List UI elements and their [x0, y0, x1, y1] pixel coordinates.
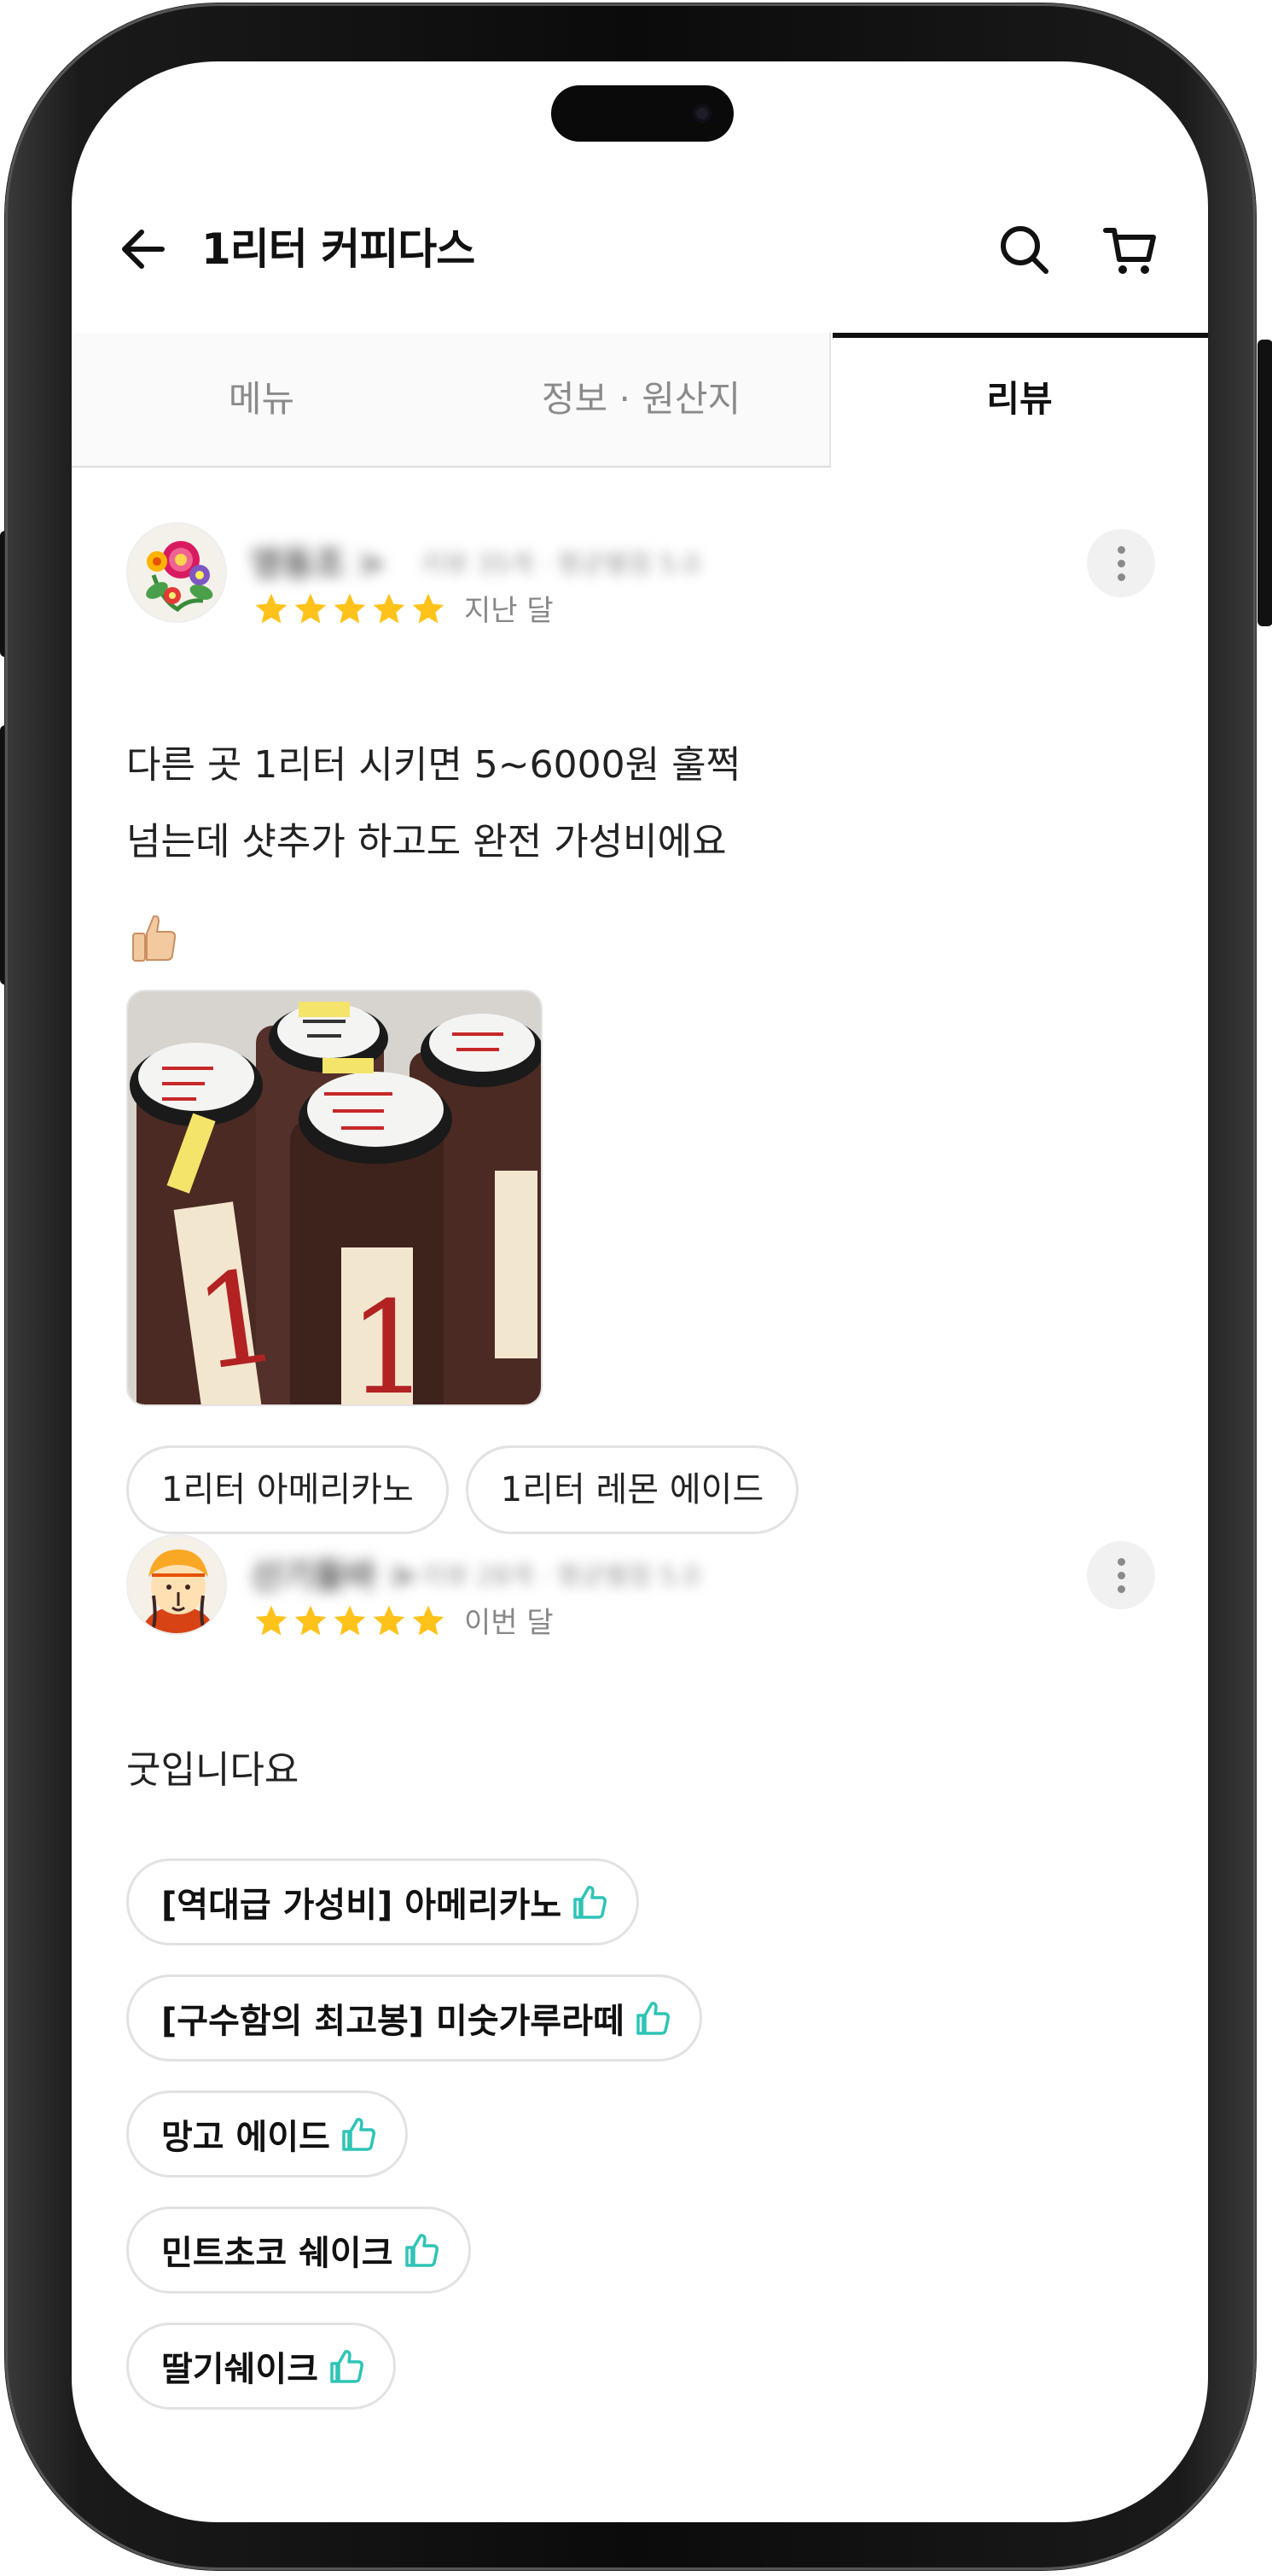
review-author[interactable]: 영동조 > 리뷰 35개 · 평균별점 5.0 [251, 531, 763, 584]
tab-reviews[interactable]: 리뷰 [831, 333, 1208, 469]
thumbs-up-icon [573, 1886, 607, 1919]
page-title: 1리터 커피다스 [201, 224, 475, 274]
thumbs-up-icon [404, 2234, 439, 2267]
avatar[interactable] [126, 522, 227, 623]
author-name-blurred: 영동조 > [251, 544, 386, 584]
app-header: 1리터 커피다스 [72, 206, 1208, 292]
character-avatar-icon [128, 1536, 225, 1633]
recommended-item-label: 딸기쉐이크 [161, 2350, 318, 2389]
star-icon [255, 1605, 288, 1636]
author-meta-blurred: 리뷰 28개 · 평균별점 5.0 [421, 1561, 700, 1591]
thumbs-up-icon [330, 2350, 363, 2383]
thumbs-up-emoji-icon [132, 915, 177, 962]
svg-text:1: 1 [348, 1275, 429, 1406]
author-name-blurred: 산기들바 > [251, 1556, 417, 1596]
star-icon [412, 593, 444, 624]
ordered-item-chip[interactable]: 1리터 아메리카노 [126, 1445, 449, 1534]
star-icon [373, 593, 405, 624]
star-icon [412, 1605, 444, 1636]
star-icon [373, 1605, 405, 1636]
more-options-button[interactable] [1087, 1541, 1155, 1609]
recommended-item-label: [역대급 가성비] 아메리카노 [161, 1886, 562, 1925]
author-meta-blurred: 리뷰 35개 · 평균별점 5.0 [421, 550, 700, 579]
cart-button[interactable] [1102, 222, 1159, 278]
star-icon [334, 1605, 366, 1636]
avatar[interactable] [126, 1534, 227, 1635]
recommended-item-label: 민트초코 쉐이크 [161, 2234, 393, 2273]
review-text: 굿입니다요 [126, 1748, 299, 1792]
recommended-item-label: [구수함의 최고봉] 미숫가루라떼 [161, 2002, 624, 2041]
rating-stars [253, 1602, 449, 1640]
active-tab-indicator [833, 333, 1208, 338]
star-icon [334, 593, 366, 624]
back-button[interactable] [116, 222, 171, 276]
dynamic-island [551, 85, 734, 142]
ordered-items: 1리터 아메리카노 1리터 레몬 에이드 [126, 1445, 799, 1534]
star-icon [255, 593, 288, 624]
review-date: 이번 달 [464, 1606, 554, 1640]
tab-info-origin[interactable]: 정보 · 원산지 [451, 333, 831, 469]
search-button[interactable] [996, 222, 1053, 278]
star-icon [294, 1605, 327, 1636]
phone-frame: 1리터 커피다스 메뉴 정보 · 원산지 리뷰 영동조 > 리뷰 35개 · 평… [5, 3, 1256, 2570]
phone-screen: 1리터 커피다스 메뉴 정보 · 원산지 리뷰 영동조 > 리뷰 35개 · 평… [72, 61, 1208, 2522]
tab-menu[interactable]: 메뉴 [72, 333, 451, 469]
rating-stars [253, 590, 449, 628]
bottles-photo-image: 1 1 [128, 991, 541, 1406]
ordered-item-chip[interactable]: 1리터 레몬 에이드 [465, 1445, 799, 1534]
arrow-left-icon [122, 230, 165, 269]
review-photo[interactable]: 1 1 [126, 990, 543, 1406]
recommended-item-chip[interactable]: [구수함의 최고봉] 미숫가루라떼 [126, 1974, 702, 2061]
thumbs-up-icon [342, 2118, 375, 2151]
review-date: 지난 달 [464, 594, 554, 628]
recommended-item-chip[interactable]: [역대급 가성비] 아메리카노 [126, 1858, 640, 1945]
cart-icon [1103, 228, 1156, 274]
more-options-button[interactable] [1087, 529, 1155, 597]
review-text: 다른 곳 1리터 시키면 5~6000원 훌쩍 넘는데 샷추가 하고도 완전 가… [126, 743, 741, 864]
star-icon [294, 593, 327, 624]
power-button [1257, 340, 1272, 626]
recommended-item-label: 망고 에이드 [161, 2118, 330, 2157]
recommended-item-chip[interactable]: 민트초코 쉐이크 [126, 2207, 471, 2294]
review-author[interactable]: 산기들바 > 리뷰 28개 · 평균별점 5.0 [251, 1543, 763, 1596]
flower-avatar-icon [128, 524, 225, 621]
search-icon [1001, 226, 1048, 274]
recommended-item-chip[interactable]: 망고 에이드 [126, 2090, 408, 2178]
tab-bar: 메뉴 정보 · 원산지 리뷰 [72, 333, 1208, 469]
thumbs-up-icon [636, 2002, 670, 2035]
recommended-item-chip[interactable]: 딸기쉐이크 [126, 2323, 396, 2410]
